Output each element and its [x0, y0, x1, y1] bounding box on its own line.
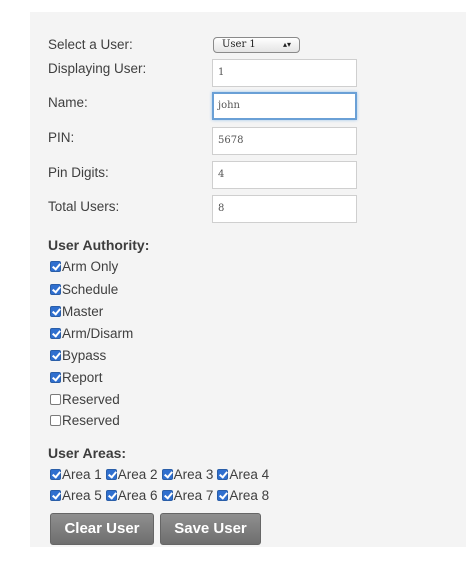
checkbox-icon[interactable]: [105, 490, 117, 501]
area-item-label: Area 6: [117, 488, 158, 503]
checkbox-icon[interactable]: [50, 284, 61, 295]
name-label: Name:: [48, 95, 88, 110]
checkbox-icon[interactable]: [50, 490, 61, 501]
authority-item-label: Arm/Disarm: [62, 326, 134, 341]
area-item[interactable]: Area 2: [105, 467, 158, 483]
pin-field[interactable]: 5678: [212, 127, 357, 155]
authority-item[interactable]: Bypass: [50, 348, 106, 364]
checkbox-icon[interactable]: [50, 328, 61, 339]
areas-row-1: Area 1 Area 2 Area 3 Area 4: [50, 467, 273, 483]
authority-item-label: Reserved: [62, 413, 120, 428]
authority-item[interactable]: Reserved: [50, 413, 120, 429]
authority-item[interactable]: Arm Only: [50, 259, 118, 275]
displaying-user-label: Displaying User:: [48, 61, 147, 76]
area-item-label: Area 1: [62, 467, 102, 482]
checkbox-icon[interactable]: [50, 372, 61, 383]
area-item[interactable]: Area 4: [217, 467, 269, 483]
checkbox-icon[interactable]: [50, 261, 61, 272]
name-field[interactable]: john: [212, 92, 357, 120]
authority-item[interactable]: Master: [50, 304, 103, 320]
authority-item-label: Report: [62, 370, 103, 385]
select-arrows-icon: ▴▾: [282, 40, 291, 49]
authority-item-label: Arm Only: [62, 259, 119, 274]
pin-label: PIN:: [48, 130, 75, 145]
area-item[interactable]: Area 5: [50, 488, 102, 504]
authority-item[interactable]: Report: [50, 370, 103, 386]
authority-item-label: Schedule: [62, 282, 119, 297]
user-select-value: User 1: [222, 39, 256, 50]
total-users-label: Total Users:: [48, 199, 120, 214]
displaying-user-field[interactable]: 1: [212, 59, 357, 87]
authority-item[interactable]: Arm/Disarm: [50, 326, 133, 342]
area-item[interactable]: Area 7: [161, 488, 214, 504]
checkbox-icon[interactable]: [105, 469, 117, 480]
areas-row-2: Area 5 Area 6 Area 7 Area 8: [50, 488, 273, 504]
area-item-label: Area 3: [173, 467, 214, 482]
select-user-label: Select a User:: [48, 37, 133, 52]
user-select[interactable]: User 1 ▴▾: [213, 37, 300, 53]
checkbox-icon[interactable]: [161, 469, 173, 480]
area-item-label: Area 5: [62, 488, 102, 503]
checkbox-icon[interactable]: [161, 490, 173, 501]
user-authority-title: User Authority:: [48, 237, 150, 253]
checkbox-icon[interactable]: [50, 350, 61, 361]
pin-digits-field[interactable]: 4: [212, 161, 357, 189]
total-users-field[interactable]: 8: [212, 195, 357, 223]
checkbox-icon[interactable]: [50, 415, 61, 426]
authority-item[interactable]: Reserved: [50, 392, 120, 408]
save-user-button[interactable]: Save User: [160, 513, 261, 545]
checkbox-icon[interactable]: [50, 469, 61, 480]
area-item[interactable]: Area 8: [217, 488, 269, 504]
authority-item[interactable]: Schedule: [50, 282, 118, 298]
page-header-strip: [0, 0, 466, 8]
area-item-label: Area 7: [173, 488, 214, 503]
area-item[interactable]: Area 3: [161, 467, 214, 483]
checkbox-icon[interactable]: [217, 490, 229, 501]
checkbox-icon[interactable]: [50, 306, 61, 317]
clear-user-button[interactable]: Clear User: [50, 513, 154, 545]
checkbox-icon[interactable]: [217, 469, 229, 480]
checkbox-icon[interactable]: [50, 394, 61, 405]
area-item-label: Area 2: [117, 467, 158, 482]
area-item-label: Area 4: [229, 467, 270, 482]
area-item-label: Area 8: [229, 488, 270, 503]
user-areas-title: User Areas:: [48, 445, 127, 461]
authority-item-label: Bypass: [62, 348, 107, 363]
area-item[interactable]: Area 1: [50, 467, 102, 483]
area-item[interactable]: Area 6: [105, 488, 158, 504]
pin-digits-label: Pin Digits:: [48, 165, 109, 180]
authority-item-label: Master: [62, 304, 104, 319]
authority-item-label: Reserved: [62, 392, 120, 407]
